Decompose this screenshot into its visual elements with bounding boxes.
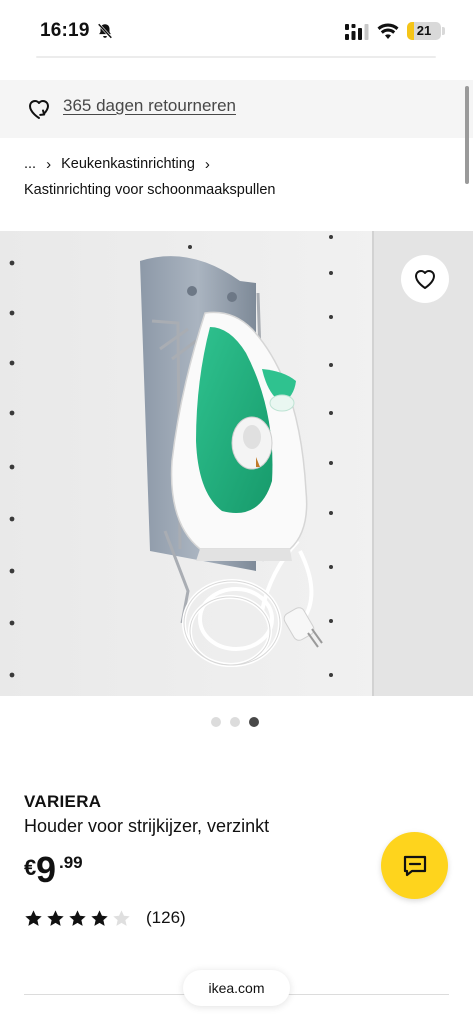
product-name: VARIERA: [24, 792, 102, 811]
chat-icon: [403, 855, 426, 876]
price-currency: €: [24, 855, 37, 880]
status-time: 16:19: [40, 20, 90, 41]
pagination-dot-active[interactable]: [249, 717, 259, 727]
review-count[interactable]: (126): [146, 908, 186, 928]
bell-off-icon: [97, 23, 113, 39]
pagination-dot[interactable]: [211, 717, 221, 727]
heart-icon: [415, 270, 435, 289]
wifi-icon: [377, 23, 399, 39]
star-filled-icon: [69, 909, 86, 926]
product-rating[interactable]: (126): [24, 908, 186, 928]
breadcrumb-ellipsis[interactable]: ...: [24, 156, 36, 172]
chevron-right-icon: ›: [46, 155, 52, 173]
pagination-dot[interactable]: [230, 717, 240, 727]
star-filled-icon: [47, 909, 64, 926]
status-bar: 16:19 21: [0, 0, 473, 64]
returns-heart-icon: [29, 100, 49, 119]
product-photo: [0, 231, 473, 696]
wishlist-button[interactable]: [401, 255, 449, 303]
breadcrumb: ... › Keukenkastinrichting › Kastinricht…: [24, 154, 454, 202]
battery-icon: 21: [407, 22, 441, 40]
product-image[interactable]: [0, 231, 473, 696]
browser-url-bar[interactable]: ikea.com: [183, 970, 290, 1006]
breadcrumb-parent-link[interactable]: Keukenkastinrichting: [61, 156, 195, 172]
breadcrumb-current[interactable]: Kastinrichting voor schoonmaakspullen: [24, 182, 454, 202]
returns-link[interactable]: 365 dagen retourneren: [63, 96, 236, 116]
battery-level: 21: [416, 23, 432, 38]
battery-cap: [442, 27, 445, 35]
price-decimal: .99: [59, 853, 83, 872]
star-empty-icon: [113, 909, 130, 926]
image-pagination: [211, 717, 259, 727]
star-filled-icon: [25, 909, 42, 926]
star-filled-icon: [91, 909, 108, 926]
scrollbar-thumb[interactable]: [465, 86, 469, 184]
product-description: Houder voor strijkijzer, verzinkt: [24, 816, 270, 836]
chat-button[interactable]: [381, 832, 448, 899]
price-integer: 9: [36, 849, 56, 890]
returns-banner[interactable]: 365 dagen retourneren: [0, 80, 473, 138]
top-divider: [36, 56, 436, 58]
chevron-right-icon: ›: [204, 155, 210, 173]
signal-icon: [345, 24, 369, 40]
